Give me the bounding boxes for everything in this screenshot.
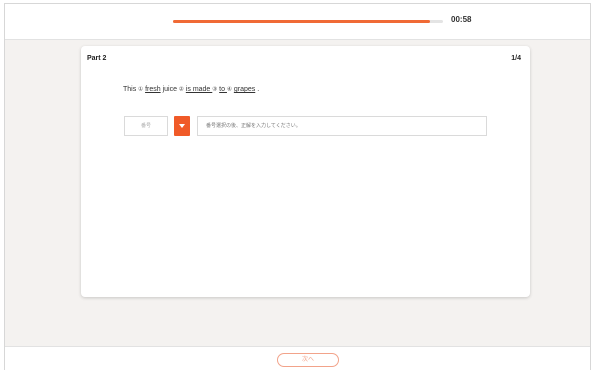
- bottom-bar: 次へ: [5, 346, 590, 371]
- chevron-down-icon: [179, 124, 185, 128]
- question-marker-3: ③: [212, 86, 218, 93]
- question-period: .: [257, 86, 260, 93]
- question-sentence: This ① fresh juice ② is made ③ to ④ grap…: [123, 86, 259, 93]
- question-word: This: [123, 86, 139, 93]
- question-marker-4: ④: [226, 86, 232, 93]
- question-segment-2: is made: [185, 86, 213, 93]
- question-segment-4: grapes: [233, 86, 256, 93]
- part-title: Part 2: [87, 55, 107, 62]
- next-button[interactable]: 次へ: [277, 353, 339, 367]
- page-counter: 1/4: [511, 55, 521, 62]
- timer-text: 00:58: [451, 15, 472, 24]
- answer-input[interactable]: [197, 116, 487, 136]
- question-marker-1: ①: [138, 86, 144, 93]
- timer-progress-fill: [173, 20, 430, 23]
- timer-progress-bar: [173, 20, 443, 23]
- question-segment-1: fresh: [145, 86, 161, 93]
- number-select[interactable]: 番号: [124, 116, 168, 136]
- question-marker-2: ②: [178, 86, 184, 93]
- question-segment-3: to: [219, 86, 227, 93]
- number-select-dropdown-button[interactable]: [174, 116, 190, 136]
- question-card: Part 2 1/4 This ① fresh juice ② is made …: [81, 46, 530, 297]
- question-word: juice: [162, 86, 179, 93]
- answer-row: 番号: [124, 116, 487, 136]
- app-frame: 00:58 Part 2 1/4 This ① fresh juice ② is…: [4, 3, 591, 371]
- top-bar: 00:58: [5, 4, 590, 40]
